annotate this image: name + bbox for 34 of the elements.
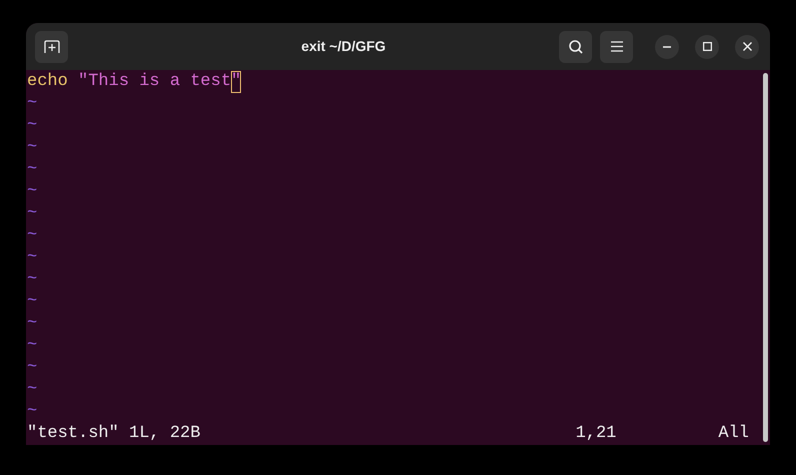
close-icon xyxy=(742,42,752,51)
empty-line-marker: ~ xyxy=(27,93,38,115)
empty-line-marker: ~ xyxy=(27,291,38,313)
empty-line-marker: ~ xyxy=(27,401,38,423)
empty-line-marker: ~ xyxy=(27,181,38,203)
search-icon xyxy=(568,38,584,54)
window-title: exit ~/D/GFG xyxy=(301,37,386,56)
empty-line-marker: ~ xyxy=(27,247,38,269)
menu-icon xyxy=(610,41,622,52)
empty-line-marker: ~ xyxy=(27,115,38,137)
code-command: echo xyxy=(27,71,69,93)
maximize-button[interactable] xyxy=(695,34,719,58)
cursor-position: 1,21 xyxy=(576,423,616,445)
minimize-icon xyxy=(663,46,671,48)
maximize-icon xyxy=(702,42,712,51)
menu-button[interactable] xyxy=(600,30,633,62)
code-string: "This is a test xyxy=(78,71,232,93)
empty-line-marker: ~ xyxy=(27,225,38,247)
empty-line-marker: ~ xyxy=(27,137,38,159)
minimize-button[interactable] xyxy=(655,34,679,58)
empty-line-marker: ~ xyxy=(27,335,38,357)
empty-line-marker: ~ xyxy=(27,203,38,225)
empty-line-marker: ~ xyxy=(27,357,38,379)
new-tab-button[interactable] xyxy=(35,30,68,62)
search-button[interactable] xyxy=(559,30,592,62)
empty-line-marker: ~ xyxy=(27,379,38,401)
empty-line-marker: ~ xyxy=(27,159,38,181)
new-tab-icon xyxy=(44,40,60,54)
close-button[interactable] xyxy=(735,34,759,58)
cursor-character: " xyxy=(231,71,242,93)
status-message: "test.sh" 1L, 22B xyxy=(27,423,200,445)
scroll-position: All xyxy=(718,423,749,445)
empty-line-marker: ~ xyxy=(27,269,38,291)
empty-line-marker: ~ xyxy=(27,313,38,335)
